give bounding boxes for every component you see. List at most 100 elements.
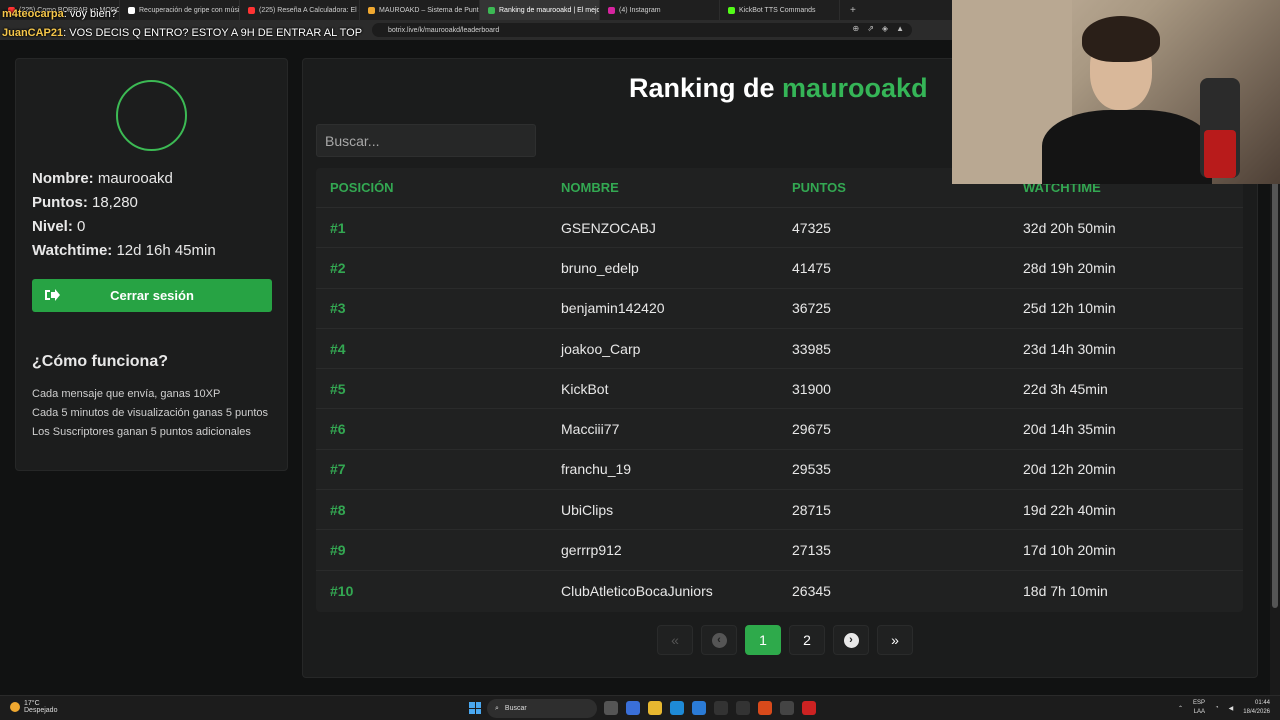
webcam-person-body <box>1042 110 1212 184</box>
zoom-icon[interactable]: ⊕ <box>853 24 860 33</box>
wifi-icon[interactable]: ◔ <box>1215 705 1219 711</box>
new-tab-icon[interactable]: + <box>840 5 866 16</box>
tab-favicon-icon <box>488 6 495 14</box>
clock-date: 18/4/2026 <box>1243 709 1270 715</box>
points-cell: 28715 <box>792 501 831 518</box>
points-cell: 36725 <box>792 300 831 317</box>
points-cell: 33985 <box>792 340 831 357</box>
browser-tab[interactable]: (4) Instagram <box>600 0 720 20</box>
points-label: Puntos: <box>32 194 88 211</box>
browser-tab[interactable]: MAUROAKD – Sistema de Puntos <box>360 0 480 20</box>
table-row: #7 franchu_19 29535 20d 12h 20min <box>316 450 1243 491</box>
app-icon[interactable] <box>802 701 816 715</box>
last-page-button[interactable]: » <box>877 625 913 655</box>
chat-text: : voy bien? <box>63 8 117 20</box>
rank-cell: #8 <box>330 501 346 518</box>
points-value: 18,280 <box>87 194 138 211</box>
browser-tab[interactable]: Ranking de maurooakd | El mejor...× <box>480 0 600 20</box>
points-cell: 31900 <box>792 380 831 397</box>
tab-label: Recuperación de gripe con música ... <box>139 6 240 14</box>
browser-tab[interactable]: KickBot TTS Commands <box>720 0 840 20</box>
search-input[interactable] <box>316 124 536 157</box>
tab-label: Ranking de maurooakd | El mejor... <box>499 6 600 14</box>
points-cell: 26345 <box>792 582 831 599</box>
username-cell: benjamin142420 <box>561 300 665 317</box>
app-icon[interactable] <box>780 701 794 715</box>
taskbar-search[interactable]: ⌕ Buscar <box>487 699 597 718</box>
username-cell: joakoo_Carp <box>561 340 641 357</box>
microphone-light <box>1204 130 1236 178</box>
logout-button[interactable]: Cerrar sesión <box>32 279 272 312</box>
url-field[interactable]: botrix.live/k/maurooakd/leaderboard <box>372 23 912 37</box>
level-value: 0 <box>72 218 86 235</box>
app-icon[interactable] <box>626 701 640 715</box>
page-title: Ranking de maurooakd <box>629 73 928 104</box>
page-1-button[interactable]: 1 <box>745 625 781 655</box>
name-label: Nombre: <box>32 170 94 187</box>
username-cell: ClubAtleticoBocaJuniors <box>561 582 713 599</box>
volume-icon[interactable]: ◀ <box>1229 705 1234 712</box>
browser-tab[interactable]: (225) Reseña A Calculadora: El Juego ... <box>240 0 360 20</box>
rank-cell: #3 <box>330 300 346 317</box>
title-prefix: Ranking de <box>629 73 783 103</box>
browser-tab[interactable]: Recuperación de gripe con música ... <box>120 0 240 20</box>
first-page-button[interactable]: « <box>657 625 693 655</box>
table-body: #1 GSENZOCABJ 47325 32d 20h 50min #2 bruno_ed… <box>316 208 1243 611</box>
app-icon[interactable] <box>714 701 728 715</box>
weather-widget[interactable]: 17°C Despejado <box>10 700 57 714</box>
clock[interactable]: 01:44 18/4/2026 <box>1243 699 1270 717</box>
warning-icon[interactable]: ▲ <box>896 24 904 33</box>
column-header-name[interactable]: NOMBRE <box>547 180 778 195</box>
brave-icon[interactable] <box>758 701 772 715</box>
app-icon[interactable] <box>736 701 750 715</box>
shield-icon[interactable]: ◈ <box>882 24 888 33</box>
language-indicator[interactable]: ESP LAA <box>1193 699 1205 717</box>
edge-icon[interactable] <box>670 701 684 715</box>
watchtime-cell: 28d 19h 20min <box>1023 259 1116 276</box>
points-cell: 29675 <box>792 421 831 438</box>
taskbar: 17°C Despejado ⌕ Buscar ⌃ ESP LAA ◔ ◀ 01… <box>0 695 1280 720</box>
rule-item: Cada mensaje que envía, ganas 10XP <box>32 388 221 400</box>
rank-cell: #2 <box>330 259 346 276</box>
tab-favicon-icon <box>248 6 255 14</box>
page-2-button[interactable]: 2 <box>789 625 825 655</box>
prev-page-button[interactable]: ‹ <box>701 625 737 655</box>
column-header-position[interactable]: POSICIÓN <box>316 180 547 195</box>
logout-icon <box>45 289 60 301</box>
taskview-icon[interactable] <box>604 701 618 715</box>
tab-favicon-icon <box>368 6 375 14</box>
watchtime-cell: 25d 12h 10min <box>1023 300 1116 317</box>
webcam-overlay <box>952 0 1280 184</box>
points-cell: 27135 <box>792 542 831 559</box>
tab-favicon-icon <box>728 6 735 14</box>
clock-time: 01:44 <box>1254 700 1270 706</box>
windows-start-icon[interactable] <box>469 702 481 714</box>
points-cell: 29535 <box>792 461 831 478</box>
app-icon[interactable] <box>692 701 706 715</box>
table-row: #2 bruno_edelp 41475 28d 19h 20min <box>316 248 1243 289</box>
chat-text: : VOS DECIS Q ENTRO? ESTOY A 9H DE ENTRA… <box>63 27 363 39</box>
rule-item: Cada 5 minutos de visualización ganas 5 … <box>32 407 269 419</box>
level-label: Nivel: <box>32 218 73 235</box>
chevron-right-icon: › <box>843 632 859 648</box>
watchtime-cell: 23d 14h 30min <box>1023 340 1116 357</box>
points-cell: 41475 <box>792 259 831 276</box>
table-row: #6 Macciii77 29675 20d 14h 35min <box>316 409 1243 450</box>
title-name: maurooakd <box>782 73 928 103</box>
weather-desc: Despejado <box>24 707 58 714</box>
username-cell: Macciii77 <box>561 421 620 438</box>
rank-cell: #5 <box>330 380 346 397</box>
rule-item: Los Suscriptores ganan 5 puntos adiciona… <box>32 426 251 438</box>
username-cell: gerrrp912 <box>561 542 622 559</box>
table-row: #1 GSENZOCABJ 47325 32d 20h 50min <box>316 208 1243 249</box>
chevron-up-icon[interactable]: ⌃ <box>1178 705 1183 712</box>
webcam-person-hair <box>1082 16 1160 62</box>
folder-icon[interactable] <box>648 701 662 715</box>
search-icon: ⌕ <box>495 704 499 712</box>
share-icon[interactable]: ⇗ <box>867 24 874 33</box>
watchtime-label: Watchtime: <box>32 242 113 259</box>
url-text: botrix.live/k/maurooakd/leaderboard <box>388 26 500 34</box>
table-row: #4 joakoo_Carp 33985 23d 14h 30min <box>316 329 1243 370</box>
logout-label: Cerrar sesión <box>110 288 194 303</box>
next-page-button[interactable]: › <box>833 625 869 655</box>
